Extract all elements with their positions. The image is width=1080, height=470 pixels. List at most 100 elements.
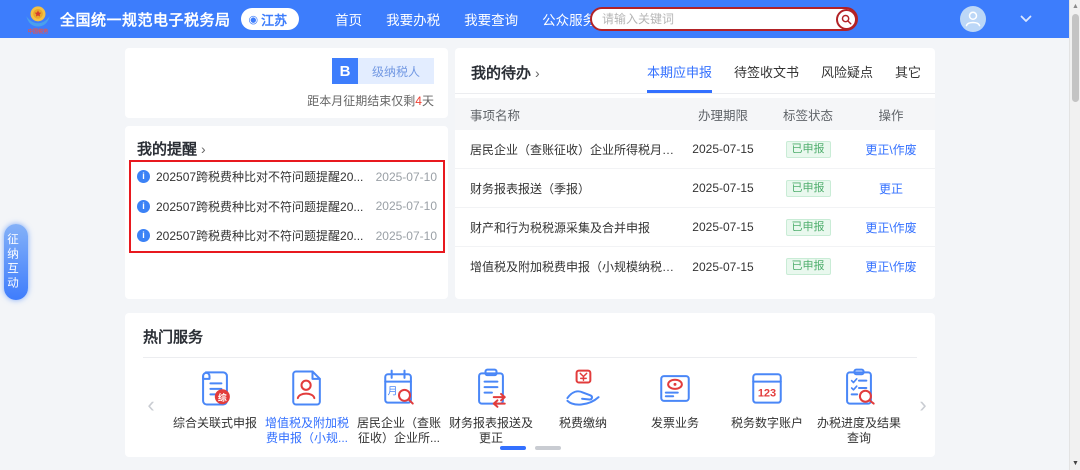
table-row: 增值税及附加税费申报（小规模纳税人） 2025-07-15 已申报 更正\作废 [455,247,935,286]
reminder-date: 2025-07-10 [368,199,437,213]
deadline-days: 4 [415,94,422,108]
china-tax-logo: 中国税务 [24,4,52,34]
levy-deadline-text: 距本月征期结束仅剩4天 [139,92,434,109]
col-item-name: 事项名称 [455,105,677,124]
scrollbar-down-arrow[interactable]: ▼ [1070,458,1080,469]
todo-deadline: 2025-07-15 [677,142,769,156]
reminder-text: 202507跨税费种比对不符问题提醒20... [156,168,363,185]
scrollbar-up-arrow[interactable]: ▲ [1070,1,1080,12]
todo-status: 已申报 [769,141,847,158]
service-label: 居民企业（查账征收）企业所... [353,416,445,446]
status-badge: 已申报 [786,258,831,275]
carousel-next-button[interactable]: › [915,394,931,416]
user-avatar[interactable] [960,6,986,32]
taxpayer-grade-card: B 级纳税人 距本月征期结束仅剩4天 [125,48,448,118]
page-scrollbar[interactable]: ▲ ▼ [1069,0,1080,470]
nav-public-service[interactable]: 公众服务 [542,9,596,29]
todo-action-cell: 更正 [847,180,935,197]
action-link[interactable]: 更正\作废 [865,221,916,235]
info-icon: i [137,229,150,242]
col-status: 标签状态 [769,105,847,124]
todo-deadline: 2025-07-15 [677,181,769,195]
service-tax-payment[interactable]: 税费缴纳 [537,364,629,446]
service-resident-enterprise-tax[interactable]: 月 居民企业（查账征收）企业所... [353,364,445,446]
svg-text:中国税务: 中国税务 [28,27,49,34]
tax-payment-icon [561,364,605,412]
tax-emblem-icon: 中国税务 [24,4,52,34]
reminder-item[interactable]: i 202507跨税费种比对不符问题提醒20... 2025-07-10 [137,221,437,251]
todo-status: 已申报 [769,219,847,236]
nav-handle-tax[interactable]: 我要办税 [386,9,440,29]
table-row: 居民企业（查账征收）企业所得税月（... 2025-07-15 已申报 更正\作… [455,130,935,169]
service-digital-account[interactable]: 123 税务数字账户 [721,364,813,446]
service-items: 综 综合关联式申报 增值税及附加税费申报（小规... [159,364,915,446]
service-invoice-business[interactable]: 发票业务 [629,364,721,446]
col-action: 操作 [847,105,935,124]
grade-badge: B [332,58,358,84]
service-progress-query[interactable]: 办税进度及结果查询 [813,364,905,446]
tab-documents-to-sign[interactable]: 待签收文书 [734,62,799,93]
todos-tabs: 本期应申报 待签收文书 风险疑点 其它 [647,62,921,93]
user-icon [960,6,986,32]
user-menu-chevron[interactable] [1020,15,1032,23]
progress-query-icon [837,364,881,412]
todos-title-text: 我的待办 [471,65,531,82]
reminders-title: 我的提醒› [137,138,436,159]
service-financial-report[interactable]: 财务报表报送及更正 [445,364,537,446]
todo-name: 财产和行为税税源采集及合并申报 [455,219,677,236]
pagination-dash[interactable] [535,446,561,450]
search-input[interactable] [592,12,836,26]
reminder-list: i 202507跨税费种比对不符问题提醒20... 2025-07-10 i 2… [129,160,445,253]
action-link[interactable]: 更正\作废 [865,143,916,157]
info-icon: i [137,200,150,213]
tab-others[interactable]: 其它 [895,62,921,93]
digital-account-icon: 123 [745,364,789,412]
todo-name: 财务报表报送（季报） [455,180,677,197]
tab-current-declarations[interactable]: 本期应申报 [647,62,712,93]
region-name: 江苏 [261,10,287,29]
region-selector[interactable]: ◉ 江苏 [241,8,300,30]
pagination-dash-active[interactable] [500,446,526,450]
financial-report-icon [469,364,513,412]
todo-action-cell: 更正\作废 [847,219,935,236]
todo-name: 增值税及附加税费申报（小规模纳税人） [455,258,677,275]
service-label: 发票业务 [651,416,699,431]
table-row: 财产和行为税税源采集及合并申报 2025-07-15 已申报 更正\作废 [455,208,935,247]
tab-risk-concerns[interactable]: 风险疑点 [821,62,873,93]
todos-title: 我的待办› [471,62,540,83]
nav-query[interactable]: 我要查询 [464,9,518,29]
action-link[interactable]: 更正 [879,182,903,196]
service-comprehensive-declaration[interactable]: 综 综合关联式申报 [169,364,261,446]
hot-services-title: 热门服务 [143,326,917,347]
interaction-float-button[interactable]: 征纳互动 [4,224,28,300]
reminder-date: 2025-07-10 [368,170,437,184]
scrollbar-thumb[interactable] [1072,14,1079,102]
site-title: 全国统一规范电子税务局 [60,9,231,30]
search-icon [841,14,852,25]
nav-home[interactable]: 首页 [335,9,362,29]
header-search [590,7,858,31]
reminder-item[interactable]: i 202507跨税费种比对不符问题提醒20... 2025-07-10 [137,162,437,192]
search-button[interactable] [836,9,857,30]
action-link[interactable]: 更正\作废 [865,260,916,274]
deadline-prefix: 距本月征期结束仅剩 [307,94,415,108]
reminder-date: 2025-07-10 [368,229,437,243]
carousel-prev-button[interactable]: ‹ [143,394,159,416]
vat-declaration-icon [285,364,329,412]
reminder-text: 202507跨税费种比对不符问题提醒20... [156,227,363,244]
divider [143,357,917,358]
hot-services-card: 热门服务 ‹ 综 综合关联式申报 [125,313,935,457]
reminders-more-chevron[interactable]: › [201,141,206,157]
todos-more-chevron[interactable]: › [535,65,540,81]
col-deadline: 办理期限 [677,105,769,124]
service-vat-declaration[interactable]: 增值税及附加税费申报（小规... [261,364,353,446]
svg-text:月: 月 [388,385,398,397]
reminder-item[interactable]: i 202507跨税费种比对不符问题提醒20... 2025-07-10 [137,192,437,222]
carousel-pagination [125,446,935,450]
status-badge: 已申报 [786,219,831,236]
todo-name: 居民企业（查账征收）企业所得税月（... [455,141,677,158]
info-icon: i [137,170,150,183]
status-badge: 已申报 [786,141,831,158]
invoice-business-icon [653,364,697,412]
services-carousel: ‹ 综 综合关联式申报 [143,364,917,446]
